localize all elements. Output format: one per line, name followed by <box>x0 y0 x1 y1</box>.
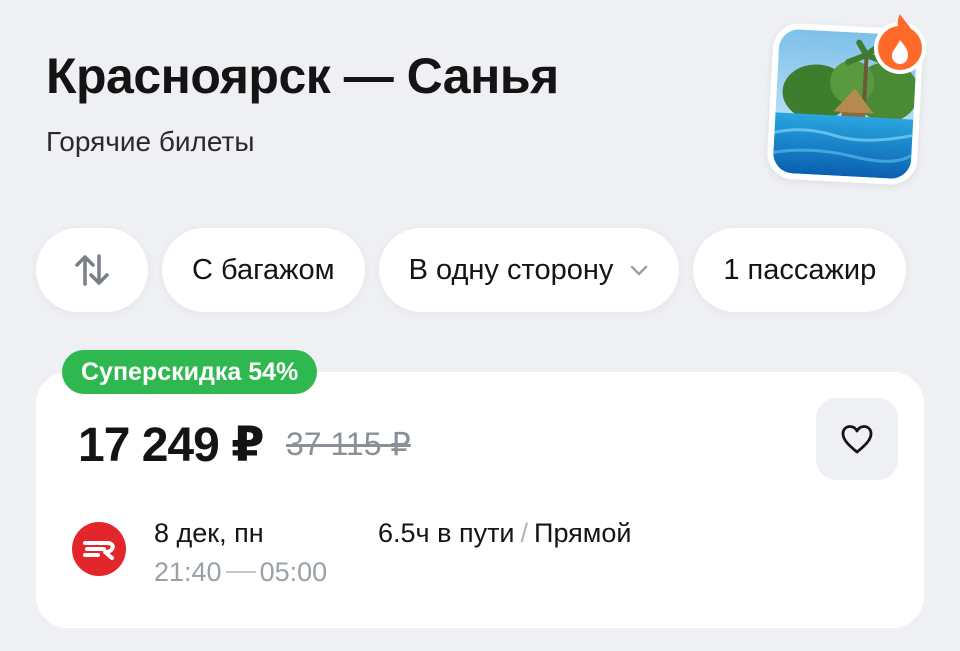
baggage-filter-label: С багажом <box>192 253 335 286</box>
discount-badge: Суперскидка 54% <box>62 350 318 394</box>
route-separator: / <box>520 518 529 548</box>
depart-time: 21:40 <box>154 557 222 587</box>
passengers-chip[interactable]: 1 пассажир <box>693 228 907 312</box>
flight-stops: Прямой <box>534 518 632 548</box>
baggage-filter-chip[interactable]: С багажом <box>162 228 365 312</box>
ticket-price: 17 249 ₽ <box>78 419 265 472</box>
favorite-button[interactable] <box>816 398 898 480</box>
time-dash <box>225 571 256 573</box>
trip-type-dropdown[interactable]: В одну сторону <box>378 228 680 312</box>
airline-logo-icon <box>72 522 126 576</box>
page-title: Красноярск — Санья <box>46 48 559 104</box>
swap-direction-button[interactable] <box>36 228 148 312</box>
swap-arrows-icon <box>75 254 109 286</box>
chevron-down-icon <box>631 265 648 276</box>
fire-icon <box>874 14 926 74</box>
trip-type-label: В одну сторону <box>408 253 614 286</box>
page-subtitle: Горячие билеты <box>46 126 255 157</box>
flight-route-info: 6.5ч в пути / Прямой <box>378 516 631 550</box>
flight-date: 8 дек, пн <box>154 518 264 548</box>
flight-times: 21:40 05:00 <box>154 555 327 589</box>
old-price: 37 115 ₽ <box>286 426 411 462</box>
flight-duration: 6.5ч в пути <box>378 518 515 548</box>
filter-chips: С багажом В одну сторону 1 пассажир <box>36 228 907 312</box>
arrive-time: 05:00 <box>259 557 328 587</box>
heart-icon <box>841 425 873 454</box>
ticket-card[interactable] <box>36 372 924 628</box>
passengers-label: 1 пассажир <box>723 253 877 286</box>
